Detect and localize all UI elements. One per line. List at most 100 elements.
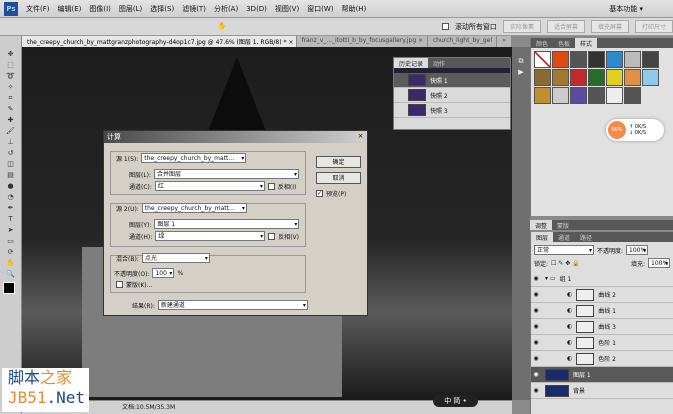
layer-row[interactable]: ◉ 背景: [531, 383, 673, 399]
style-swatch[interactable]: [534, 51, 551, 68]
source2-layer-select[interactable]: 图层 1: [154, 219, 300, 229]
close-icon[interactable]: ×: [356, 132, 365, 141]
style-swatch[interactable]: [552, 69, 569, 86]
style-swatch[interactable]: [570, 69, 587, 86]
eraser-icon[interactable]: ◫: [4, 160, 18, 169]
menu-window[interactable]: 窗口(W): [307, 4, 333, 14]
marquee-tool-icon[interactable]: ⬚: [4, 61, 18, 70]
eye-icon[interactable]: ◉: [531, 387, 541, 394]
source1-channel-select[interactable]: 红: [154, 181, 265, 191]
dodge-tool-icon[interactable]: ◔: [4, 193, 18, 202]
style-swatch[interactable]: [606, 69, 623, 86]
print-size-button[interactable]: 打印尺寸: [634, 20, 673, 33]
source1-layer-select[interactable]: 合并图层: [154, 169, 300, 179]
pen-tool-icon[interactable]: ✒: [4, 204, 18, 213]
scroll-all-checkbox[interactable]: [441, 23, 449, 30]
source2-file-select[interactable]: the_creepy_church_by_matt...: [141, 203, 247, 213]
style-swatch[interactable]: [588, 69, 605, 86]
style-swatch[interactable]: [534, 69, 551, 86]
hand-tool-icon[interactable]: ✋: [215, 22, 229, 31]
mask-checkbox[interactable]: [116, 281, 123, 288]
menu-help[interactable]: 帮助(H): [342, 4, 367, 14]
history-snapshot[interactable]: 快照 2: [394, 88, 510, 103]
style-swatch[interactable]: [624, 69, 641, 86]
layer-row[interactable]: ◉ ◐ 色阶 2: [531, 351, 673, 367]
3d-rotate-icon[interactable]: ⟳: [4, 248, 18, 257]
eye-icon[interactable]: ◉: [531, 307, 541, 314]
layer-row[interactable]: ◉ 图层 1: [531, 367, 673, 383]
result-select[interactable]: 新建通道: [157, 300, 308, 310]
layer-row[interactable]: ◉ ◐ 曲线 3: [531, 319, 673, 335]
tab-color[interactable]: 颜色: [531, 38, 553, 48]
eye-icon[interactable]: ◉: [531, 323, 541, 330]
layer-row[interactable]: ◉ ◐ 曲线 2: [531, 287, 673, 303]
style-swatch[interactable]: [588, 87, 605, 104]
eyedropper-icon[interactable]: ✎: [4, 105, 18, 114]
source2-channel-select[interactable]: 绿: [155, 231, 266, 241]
workspace-switcher[interactable]: 基本功能 ▾: [609, 4, 643, 14]
stamp-tool-icon[interactable]: ⊥: [4, 138, 18, 147]
ime-indicator[interactable]: 中 简 •: [433, 395, 478, 407]
blending-select[interactable]: 点光: [141, 253, 210, 263]
eye-icon[interactable]: ◉: [531, 371, 541, 378]
tab-church-light[interactable]: church_light_by_gel: [428, 36, 498, 47]
menu-image[interactable]: 图像(I): [89, 4, 111, 14]
style-swatch[interactable]: [552, 51, 569, 68]
eye-icon[interactable]: ◉: [531, 355, 541, 362]
menu-file[interactable]: 文件(F): [26, 4, 50, 14]
source1-invert-checkbox[interactable]: [267, 182, 275, 190]
style-swatch[interactable]: [642, 51, 659, 68]
blend-mode-select[interactable]: 正常: [534, 245, 594, 255]
path-select-icon[interactable]: ➤: [4, 226, 18, 235]
tab-layers[interactable]: 图层: [531, 232, 554, 242]
actual-pixels-button[interactable]: 实际像素: [502, 20, 541, 33]
hand-icon[interactable]: ✋: [4, 259, 18, 268]
source1-file-select[interactable]: the_creepy_church_by_matt...: [141, 153, 247, 163]
menu-3d[interactable]: 3D(D): [246, 5, 267, 13]
blur-tool-icon[interactable]: ●: [4, 182, 18, 191]
dialog-opacity-input[interactable]: 100: [152, 268, 175, 278]
eye-icon[interactable]: ◉: [531, 291, 541, 298]
foreground-color[interactable]: [3, 282, 15, 294]
cancel-button[interactable]: 取消: [316, 172, 361, 184]
style-swatch[interactable]: [570, 51, 587, 68]
menu-edit[interactable]: 编辑(E): [58, 4, 82, 14]
history-snapshot[interactable]: 快照 1: [394, 73, 510, 88]
tab-swatches[interactable]: 色板: [553, 38, 575, 48]
layer-row[interactable]: ◉ ▾ ▭ 组 1: [531, 271, 673, 287]
gradient-tool-icon[interactable]: ▤: [4, 171, 18, 180]
menu-view[interactable]: 视图(V): [275, 4, 299, 14]
tab-masks[interactable]: 蒙版: [552, 220, 574, 230]
style-swatch[interactable]: [552, 87, 569, 104]
fit-screen-button[interactable]: 适合屏幕: [546, 20, 585, 33]
style-swatch[interactable]: [570, 87, 587, 104]
menu-filter[interactable]: 滤镜(T): [182, 4, 206, 14]
actions-panel-icon[interactable]: ▶: [514, 68, 528, 77]
menu-analysis[interactable]: 分析(A): [214, 4, 238, 14]
crop-tool-icon[interactable]: ⌗: [4, 94, 18, 103]
zoom-icon[interactable]: 🔍: [4, 270, 18, 279]
tab-styles[interactable]: 样式: [575, 38, 598, 48]
fill-screen-button[interactable]: 填充屏幕: [590, 20, 629, 33]
tab-franz[interactable]: franz_v_..._itotti_b_by_focusgallery.jpg…: [297, 36, 428, 47]
tab-overflow[interactable]: »: [497, 36, 513, 47]
healing-brush-icon[interactable]: ✚: [4, 116, 18, 125]
ok-button[interactable]: 确定: [316, 156, 361, 168]
type-tool-icon[interactable]: T: [4, 215, 18, 224]
layer-row[interactable]: ◉ ◐ 色阶 1: [531, 335, 673, 351]
eye-icon[interactable]: ◉: [531, 275, 541, 282]
shape-tool-icon[interactable]: ▭: [4, 237, 18, 246]
preview-checkbox[interactable]: ✓: [316, 190, 323, 197]
tab-creepy-church[interactable]: the_creepy_church_by_mattgranzphotograph…: [22, 36, 297, 47]
tab-history[interactable]: 历史记录: [394, 58, 429, 68]
style-swatch[interactable]: [588, 51, 605, 68]
layer-row[interactable]: ◉ ◐ 曲线 1: [531, 303, 673, 319]
move-tool-icon[interactable]: ✥: [4, 50, 18, 59]
opacity-input[interactable]: 100%: [626, 245, 649, 255]
tab-channels[interactable]: 通道: [553, 232, 575, 242]
lock-icons[interactable]: ☐ ✎ ✥ 🔒: [551, 260, 580, 267]
lasso-tool-icon[interactable]: ➰: [4, 72, 18, 81]
style-swatch[interactable]: [606, 51, 623, 68]
magic-wand-icon[interactable]: ✧: [4, 83, 18, 92]
style-swatch[interactable]: [642, 69, 659, 86]
